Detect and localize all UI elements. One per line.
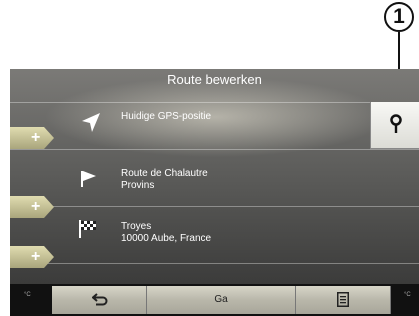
checkered-flag-icon: [78, 219, 98, 244]
row-waypoint-city: Provins: [121, 180, 155, 191]
bottom-bar: °C Ga °C: [10, 284, 419, 316]
right-temperature: °C: [404, 292, 411, 298]
go-button-label: Ga: [214, 294, 228, 305]
screen-background: [10, 69, 419, 316]
divider: [10, 263, 419, 264]
nav-screen: Route bewerken Huidige GPS-positie + Rou…: [10, 69, 419, 316]
left-temperature: °C: [24, 292, 31, 298]
plus-icon: +: [31, 129, 41, 146]
navigation-arrow-icon: [80, 112, 102, 139]
callout-number: 1: [384, 2, 414, 32]
location-pin-icon: [390, 114, 402, 133]
page-title: Route bewerken: [167, 72, 262, 87]
menu-button[interactable]: [296, 286, 391, 314]
back-button[interactable]: [52, 286, 147, 314]
flag-icon: [80, 170, 98, 193]
row-waypoint-street[interactable]: Route de Chalautre: [121, 168, 208, 179]
poi-button[interactable]: [370, 102, 419, 149]
insert-stop-button[interactable]: +: [10, 246, 54, 268]
plus-icon: +: [31, 248, 41, 265]
insert-stop-button[interactable]: +: [10, 196, 54, 218]
menu-list-icon: [337, 292, 349, 307]
insert-stop-button[interactable]: +: [10, 127, 54, 149]
divider: [10, 206, 419, 207]
go-button[interactable]: Ga: [147, 286, 296, 314]
row-destination-detail: 10000 Aube, France: [121, 233, 212, 244]
plus-icon: +: [31, 198, 41, 215]
back-arrow-icon: [92, 293, 108, 306]
divider: [10, 102, 419, 103]
row-destination-city[interactable]: Troyes: [121, 221, 151, 232]
row-gps-label[interactable]: Huidige GPS-positie: [121, 111, 211, 122]
divider: [10, 149, 419, 150]
